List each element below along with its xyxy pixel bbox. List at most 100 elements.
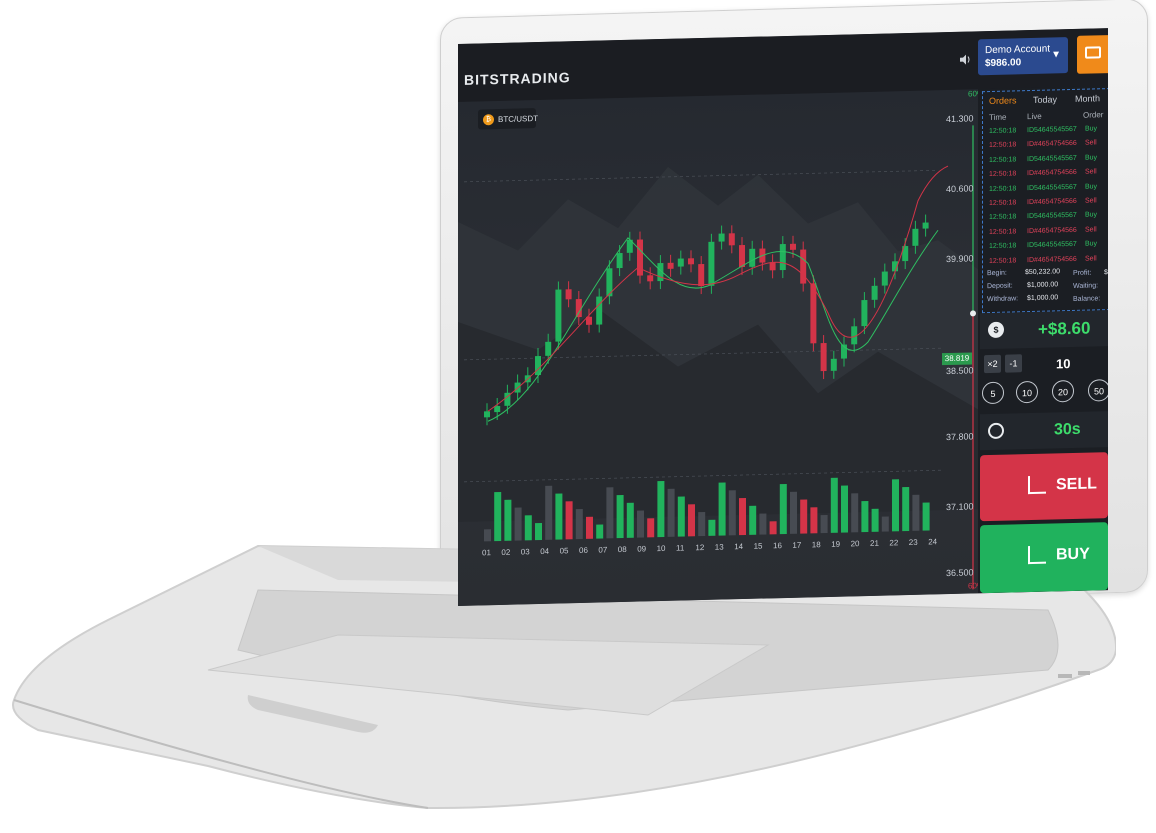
day-tick: 18 [811, 540, 821, 550]
volume-bar [545, 485, 553, 540]
order-id: ID#4654754566 [1027, 169, 1077, 178]
volume-bar [575, 508, 583, 540]
order-side: Sell [1085, 139, 1097, 148]
order-time: 12:50:18 [989, 256, 1017, 265]
volume-bar [494, 491, 502, 542]
withdraw-label: Withdraw: [987, 295, 1019, 304]
preset-button[interactable]: 10 [1016, 380, 1038, 404]
candle-body [871, 285, 878, 300]
pair-label: BTC/USDT [498, 114, 538, 125]
price-tick: 40.600 [946, 183, 974, 195]
expiry-timer[interactable]: 30s [980, 411, 1108, 451]
candle-body [810, 283, 817, 344]
trend-up-icon [1028, 545, 1046, 565]
volume-bar [667, 488, 675, 537]
volume-bar [902, 486, 910, 532]
order-side: Buy [1085, 125, 1098, 133]
multiply-button[interactable]: ×2 [984, 354, 1001, 374]
orders-panel: Orders Today Month Time Live Order 12:50… [982, 88, 1108, 314]
candle-body [637, 239, 643, 276]
amount-input[interactable]: 10 [1056, 356, 1070, 371]
day-tick: 04 [540, 546, 550, 556]
deposit-button[interactable]: D [1077, 34, 1108, 74]
day-tick: 01 [482, 548, 491, 558]
candlestick-series [484, 165, 949, 542]
volume-bar [637, 510, 644, 538]
day-tick: 16 [773, 541, 782, 551]
volume-bar [616, 494, 624, 539]
candle-body [718, 233, 725, 242]
candle-body [688, 258, 694, 265]
current-price: 38.819 [942, 352, 972, 366]
volume-bar [769, 521, 777, 535]
account-selector[interactable]: Demo Account $986.00 ▼ [978, 37, 1068, 76]
deposit-summary-value: $1,000.00 [1027, 281, 1059, 290]
order-time: 12:50:18 [989, 141, 1017, 150]
buy-button[interactable]: BUY [980, 522, 1108, 594]
candle-body [565, 289, 572, 300]
volume-bar [830, 477, 838, 533]
preset-button[interactable]: 5 [982, 381, 1004, 405]
day-tick: 24 [928, 537, 938, 547]
volume-bar [596, 524, 604, 539]
volume-bar [871, 508, 879, 532]
pair-selector[interactable]: ₿ BTC/USDT [478, 108, 538, 130]
col-time: Time [989, 112, 1007, 123]
candle-body [922, 222, 929, 229]
volume-bar [606, 487, 614, 539]
volume-bar [790, 491, 797, 534]
candle-body [779, 243, 786, 271]
tab-month[interactable]: Month [1075, 93, 1100, 104]
money-bag-icon: $ [988, 321, 1004, 339]
candle-body [484, 411, 490, 418]
price-tick: 37.800 [946, 431, 974, 443]
begin-label: Begin: [987, 269, 1007, 278]
orders-list: 12:50:18 ID54645545567 Buy 12:50:18 ID#46547… [983, 89, 1108, 264]
order-time: 12:50:18 [989, 184, 1017, 193]
sound-icon[interactable] [958, 52, 972, 66]
volume-bar [739, 497, 746, 536]
balance-label: Balance: [1073, 295, 1101, 303]
preset-button[interactable]: 20 [1052, 379, 1074, 403]
volume-bar [912, 494, 920, 531]
candle-body [861, 299, 868, 327]
volume-bar [708, 519, 716, 536]
price-chart[interactable]: ₿ BTC/USDT 60% 60% 41.300 40.600 39.900 … [458, 89, 984, 606]
day-tick: 22 [889, 538, 899, 548]
order-id: ID54645545567 [1027, 241, 1077, 250]
day-tick: 19 [831, 539, 841, 549]
candle-body [555, 289, 562, 342]
volume-bar [626, 502, 634, 538]
candle-body [830, 358, 837, 371]
candle-body [647, 275, 654, 282]
withdraw-value: $1,000.00 [1027, 294, 1059, 303]
volume-bar [810, 507, 818, 534]
price-tick: 38.500 [946, 365, 974, 377]
volume-bar [728, 490, 736, 536]
volume-bar [535, 522, 542, 541]
account-label: Demo Account [985, 43, 1051, 57]
day-tick: 08 [617, 544, 627, 555]
brand-logo: BITSTRADING [464, 69, 571, 88]
preset-button[interactable]: 50 [1088, 379, 1108, 402]
sell-button[interactable]: SELL [980, 452, 1108, 522]
candle-body [708, 241, 715, 286]
order-side: Buy [1085, 154, 1098, 162]
sell-label: SELL [1056, 475, 1097, 494]
volume-bar [484, 529, 491, 542]
candle-body [790, 243, 796, 250]
trade-panel: Orders Today Month Time Live Order 12:50… [978, 86, 1108, 594]
order-side: Buy [1085, 211, 1098, 220]
candle-body [698, 263, 705, 287]
volume-bar [841, 485, 848, 533]
decrement-button[interactable]: -1 [1005, 354, 1022, 373]
buy-label: BUY [1056, 545, 1090, 564]
amount-stepper: ×2 -1 10 [980, 350, 1108, 377]
volume-bar [677, 496, 685, 537]
tab-orders[interactable]: Orders [989, 95, 1017, 106]
order-side: Sell [1085, 168, 1097, 176]
volume-bar [657, 480, 665, 538]
tab-today[interactable]: Today [1033, 94, 1057, 105]
order-id: ID#4654754566 [1027, 255, 1077, 264]
order-id: ID#4654754566 [1027, 197, 1077, 207]
